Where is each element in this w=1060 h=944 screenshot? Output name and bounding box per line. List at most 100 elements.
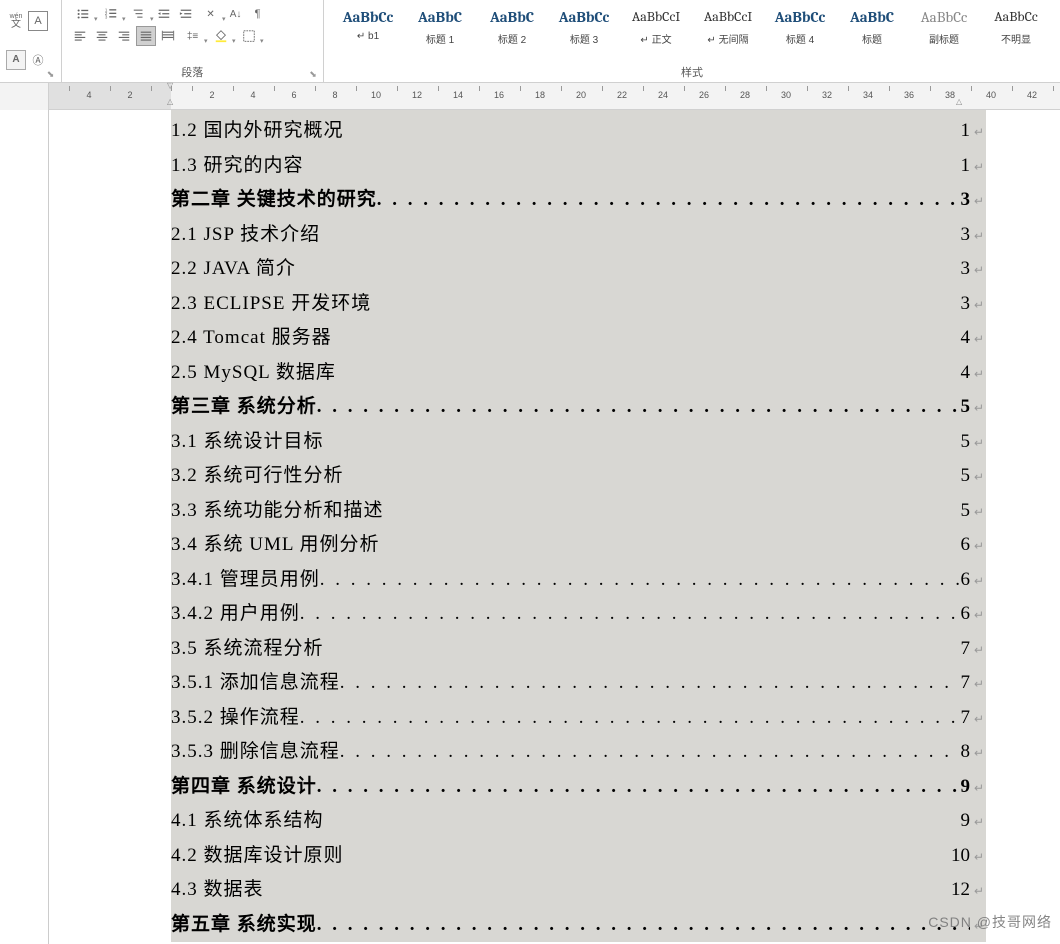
toc-line[interactable]: 2.5 MySQL 数据库4↵ bbox=[171, 356, 986, 391]
paragraph-mark-icon: ↵ bbox=[974, 357, 986, 391]
toc-line[interactable]: 2.1 JSP 技术介绍3↵ bbox=[171, 218, 986, 253]
toc-line[interactable]: 1.3 研究的内容1↵ bbox=[171, 149, 986, 184]
toc-leader: . . . . . . . . . . . . . . . . . . . . … bbox=[340, 666, 961, 700]
font-group: wén文 A A Ⓐ ⬊ bbox=[0, 0, 62, 83]
distributed-button[interactable] bbox=[158, 26, 178, 46]
toc-line[interactable]: 第四章 系统设计. . . . . . . . . . . . . . . . … bbox=[171, 770, 986, 805]
bullets-button[interactable]: ▾ bbox=[70, 4, 96, 24]
toc-leader: . . . . . . . . . . . . . . . . . . . . … bbox=[317, 908, 970, 942]
toc-leader: . . . . . . . . . . . . . . . . . . . . … bbox=[317, 770, 961, 804]
style-item-2[interactable]: AaBbC标题 2 bbox=[476, 4, 548, 58]
toc-line[interactable]: 3.4.2 用户用例. . . . . . . . . . . . . . . … bbox=[171, 597, 986, 632]
toc-line[interactable]: 3.3 系统功能分析和描述5↵ bbox=[171, 494, 986, 529]
toc-line[interactable]: 第二章 关键技术的研究. . . . . . . . . . . . . . .… bbox=[171, 183, 986, 218]
paragraph-mark-icon: ↵ bbox=[974, 184, 986, 218]
toc-line[interactable]: 3.5.3 删除信息流程. . . . . . . . . . . . . . … bbox=[171, 735, 986, 770]
style-item-8[interactable]: AaBbCc副标题 bbox=[908, 4, 980, 58]
toc-leader: . . . . . . . . . . . . . . . . . . . . … bbox=[377, 183, 961, 217]
shading-button[interactable]: ▾ bbox=[208, 26, 234, 46]
show-marks-button[interactable]: ¶ bbox=[248, 4, 268, 24]
multilevel-list-button[interactable]: ▾ bbox=[126, 4, 152, 24]
toc-page-number: 1 bbox=[961, 114, 973, 148]
toc-line[interactable]: 3.2 系统可行性分析5↵ bbox=[171, 459, 986, 494]
paragraph-mark-icon: ↵ bbox=[974, 736, 986, 770]
toc-entry-text: 3.5 系统流程分析 bbox=[171, 632, 324, 666]
style-item-1[interactable]: AaBbC标题 1 bbox=[404, 4, 476, 58]
numbering-button[interactable]: 123▾ bbox=[98, 4, 124, 24]
font-group-launcher[interactable]: ⬊ bbox=[45, 68, 57, 80]
ruler[interactable]: 4224681012141618202224262830323436384042… bbox=[0, 83, 1060, 110]
toc-line[interactable]: 3.5.2 操作流程. . . . . . . . . . . . . . . … bbox=[171, 701, 986, 736]
paragraph-mark-icon: ↵ bbox=[974, 219, 986, 253]
toc-entry-text: 2.2 JAVA 简介 bbox=[171, 252, 296, 286]
toc-line[interactable]: 4.2 数据库设计原则10↵ bbox=[171, 839, 986, 874]
toc-line[interactable]: 3.5 系统流程分析7↵ bbox=[171, 632, 986, 667]
toc-line[interactable]: 1.2 国内外研究概况1↵ bbox=[171, 114, 986, 149]
decrease-indent-button[interactable] bbox=[154, 4, 174, 24]
styles-gallery[interactable]: AaBbCc↵ b1AaBbC标题 1AaBbC标题 2AaBbCc标题 3Aa… bbox=[332, 4, 1052, 58]
toc-page-number: 5 bbox=[961, 425, 973, 459]
toc-page-number: 7 bbox=[961, 666, 973, 700]
toc-page-number: 3 bbox=[961, 218, 973, 252]
toc-page-number: 4 bbox=[961, 321, 973, 355]
align-left-button[interactable] bbox=[70, 26, 90, 46]
character-border-button[interactable]: A bbox=[28, 11, 48, 31]
paragraph-group-launcher[interactable]: ⬊ bbox=[307, 68, 319, 80]
toc-line[interactable]: 4.3 数据表12↵ bbox=[171, 873, 986, 908]
paragraph-mark-icon: ↵ bbox=[974, 426, 986, 460]
style-item-9[interactable]: AaBbCc不明显 bbox=[980, 4, 1052, 58]
style-item-5[interactable]: AaBbCcI↵ 无间隔 bbox=[692, 4, 764, 58]
toc-line[interactable]: 3.1 系统设计目标5↵ bbox=[171, 425, 986, 460]
toc-page-number: 1 bbox=[961, 149, 973, 183]
toc-entry-text: 3.5.3 删除信息流程 bbox=[171, 735, 340, 769]
toc-entry-text: 1.2 国内外研究概况 bbox=[171, 114, 344, 148]
style-item-0[interactable]: AaBbCc↵ b1 bbox=[332, 4, 404, 58]
paragraph-mark-icon: ↵ bbox=[974, 322, 986, 356]
paragraph-mark-icon: ↵ bbox=[974, 288, 986, 322]
toc-line[interactable]: 4.1 系统体系结构9↵ bbox=[171, 804, 986, 839]
align-center-button[interactable] bbox=[92, 26, 112, 46]
toc-page-number: 9 bbox=[961, 770, 973, 804]
document-page[interactable]: 1.2 国内外研究概况1↵1.3 研究的内容1↵第二章 关键技术的研究. . .… bbox=[49, 110, 1060, 944]
toc-page-number: 3 bbox=[961, 252, 973, 286]
style-item-3[interactable]: AaBbCc标题 3 bbox=[548, 4, 620, 58]
toc-line[interactable]: 第三章 系统分析. . . . . . . . . . . . . . . . … bbox=[171, 390, 986, 425]
toc-line[interactable]: 3.5.1 添加信息流程. . . . . . . . . . . . . . … bbox=[171, 666, 986, 701]
toc-entry-text: 第四章 系统设计 bbox=[171, 770, 317, 804]
toc-entry-text: 4.2 数据库设计原则 bbox=[171, 839, 344, 873]
toc-line[interactable]: 2.4 Tomcat 服务器4↵ bbox=[171, 321, 986, 356]
style-item-6[interactable]: AaBbCc标题 4 bbox=[764, 4, 836, 58]
toc-line[interactable]: 3.4.1 管理员用例. . . . . . . . . . . . . . .… bbox=[171, 563, 986, 598]
sort-button[interactable]: A↓ bbox=[226, 4, 246, 24]
align-justify-button[interactable] bbox=[136, 26, 156, 46]
document-area: 1.2 国内外研究概况1↵1.3 研究的内容1↵第二章 关键技术的研究. . .… bbox=[0, 110, 1060, 944]
pinyin-guide-button[interactable]: wén文 bbox=[6, 11, 26, 31]
toc-entry-text: 第三章 系统分析 bbox=[171, 390, 317, 424]
borders-button[interactable]: ▾ bbox=[236, 26, 262, 46]
toc-line[interactable]: 第五章 系统实现. . . . . . . . . . . . . . . . … bbox=[171, 908, 986, 943]
enclose-characters-button[interactable]: Ⓐ bbox=[28, 50, 48, 70]
increase-indent-button[interactable] bbox=[176, 4, 196, 24]
asian-layout-button[interactable]: ✕ ▾ bbox=[198, 4, 224, 24]
toc-page-number: 3 bbox=[961, 183, 973, 217]
toc-entry-text: 3.2 系统可行性分析 bbox=[171, 459, 344, 493]
style-item-4[interactable]: AaBbCcI↵ 正文 bbox=[620, 4, 692, 58]
toc-entry-text: 4.3 数据表 bbox=[171, 873, 264, 907]
paragraph-mark-icon: ↵ bbox=[974, 702, 986, 736]
line-spacing-button[interactable]: ‡≡▾ bbox=[180, 26, 206, 46]
toc-content: 1.2 国内外研究概况1↵1.3 研究的内容1↵第二章 关键技术的研究. . .… bbox=[171, 110, 986, 942]
toc-page-number: 7 bbox=[961, 632, 973, 666]
hanging-indent-marker[interactable]: △ bbox=[167, 97, 173, 106]
highlight-button[interactable]: A bbox=[6, 50, 26, 70]
toc-page-number: 10 bbox=[951, 839, 972, 873]
right-indent-marker[interactable]: △ bbox=[956, 97, 962, 106]
toc-line[interactable]: 2.2 JAVA 简介 3↵ bbox=[171, 252, 986, 287]
toc-line[interactable]: 3.4 系统 UML 用例分析6↵ bbox=[171, 528, 986, 563]
style-item-7[interactable]: AaBbC标题 bbox=[836, 4, 908, 58]
paragraph-mark-icon: ↵ bbox=[974, 253, 986, 287]
toc-line[interactable]: 2.3 ECLIPSE 开发环境3↵ bbox=[171, 287, 986, 322]
paragraph-mark-icon: ↵ bbox=[974, 391, 986, 425]
align-right-button[interactable] bbox=[114, 26, 134, 46]
first-line-indent-marker[interactable]: ▽ bbox=[167, 81, 173, 90]
paragraph-mark-icon: ↵ bbox=[974, 805, 986, 839]
